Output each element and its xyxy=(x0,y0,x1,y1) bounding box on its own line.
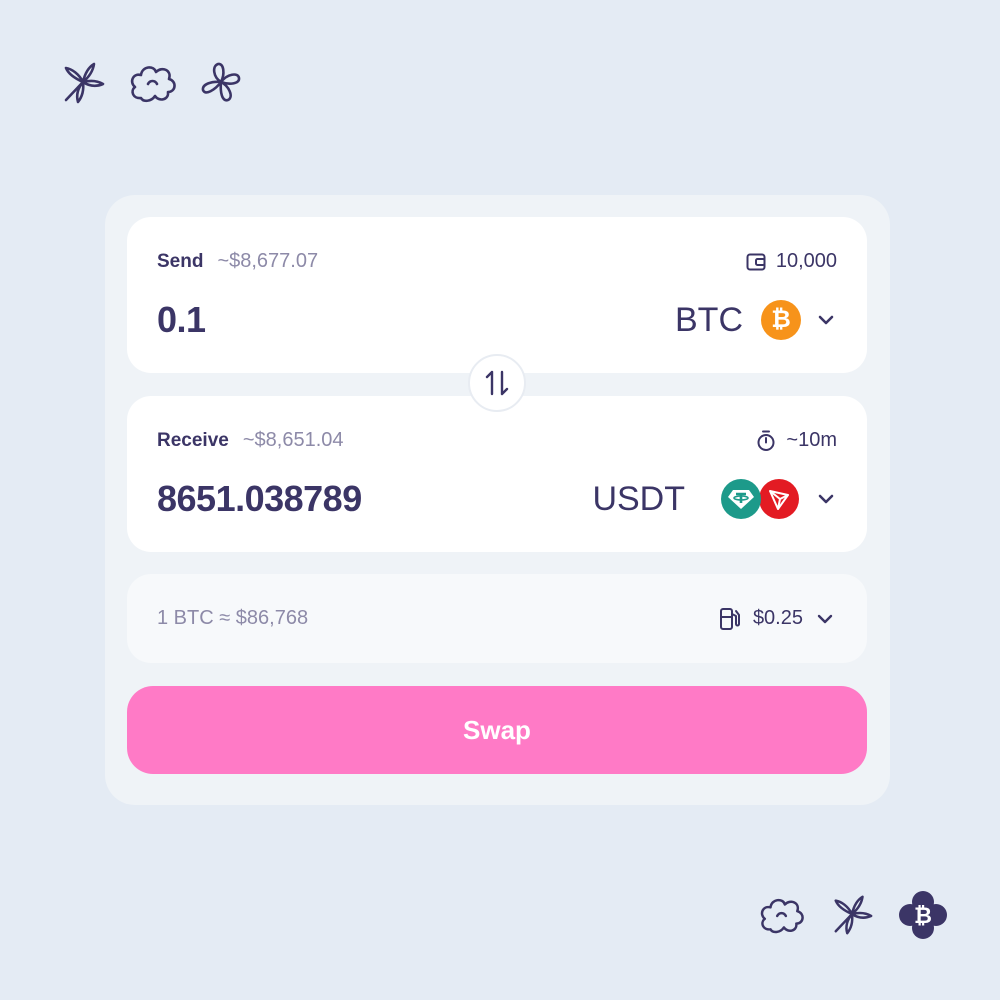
star-flower-icon xyxy=(64,62,105,104)
swap-button[interactable]: Swap xyxy=(127,686,867,774)
chevron-down-icon xyxy=(817,614,833,623)
send-label: Send xyxy=(157,251,204,272)
receive-amount: 8651.038789 xyxy=(157,478,362,519)
wallet-balance[interactable]: 10,000 xyxy=(746,250,837,273)
stopwatch-icon xyxy=(757,430,775,451)
network-fee-dropdown[interactable]: $0.25 xyxy=(719,607,835,631)
swap-arrows-icon xyxy=(485,370,509,396)
switch-direction-button[interactable] xyxy=(468,354,526,412)
tether-icon xyxy=(721,479,761,519)
chevron-down-icon xyxy=(818,315,834,325)
wallet-icon xyxy=(746,253,766,270)
exchange-rate: 1 BTC ≈ $86,768 xyxy=(157,607,309,629)
receive-usd-value: ~$8,651.04 xyxy=(242,429,344,451)
receive-card: Receive ~$8,651.04 ~10m 8651.038789 USDT xyxy=(127,396,867,552)
estimated-time: ~10m xyxy=(756,429,837,452)
bitcoin-flower-badge-icon: ₿ xyxy=(899,891,947,939)
swap-panel: Send ~$8,677.07 10,000 0.1 BTC ₿ Receive… xyxy=(105,195,890,805)
receive-label: Receive xyxy=(157,430,229,451)
receive-token-selector[interactable]: USDT xyxy=(592,479,837,519)
gas-pump-icon xyxy=(719,607,740,630)
network-fee-value: $0.25 xyxy=(752,607,803,629)
wallet-balance-value: 10,000 xyxy=(775,250,837,272)
chevron-down-icon xyxy=(818,494,834,504)
receive-token-name: USDT xyxy=(592,479,685,518)
cloud-flower-icon xyxy=(130,66,176,103)
petal-flower-icon xyxy=(201,62,241,102)
estimated-time-value: ~10m xyxy=(786,429,837,451)
send-amount-input[interactable]: 0.1 xyxy=(157,299,206,341)
tron-icon xyxy=(759,479,799,519)
top-decorations xyxy=(60,60,244,106)
star-flower-icon xyxy=(834,895,873,935)
rate-fee-bar: 1 BTC ≈ $86,768 $0.25 xyxy=(127,574,867,663)
send-token-name: BTC xyxy=(675,300,743,339)
send-usd-value: ~$8,677.07 xyxy=(217,250,319,272)
send-token-selector[interactable]: BTC ₿ xyxy=(675,300,837,340)
receive-token-icons xyxy=(721,479,801,519)
bottom-decorations: ₿ xyxy=(758,890,948,940)
bitcoin-icon: ₿ xyxy=(761,300,801,340)
send-card: Send ~$8,677.07 10,000 0.1 BTC ₿ xyxy=(127,217,867,373)
cloud-flower-icon xyxy=(760,898,804,934)
svg-text:₿: ₿ xyxy=(914,904,932,929)
